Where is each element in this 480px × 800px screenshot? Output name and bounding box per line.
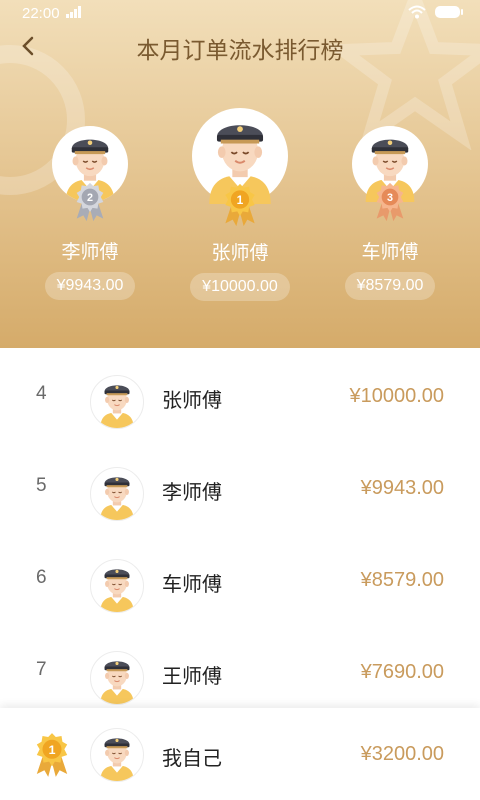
wifi-icon [408, 5, 426, 19]
page-title: 本月订单流水排行榜 [136, 38, 344, 64]
podium-first-place[interactable]: 1 张师傅 ¥10000.00 [170, 108, 310, 301]
signal-icon [66, 6, 81, 18]
driver-amount: ¥8579.00 [360, 569, 444, 591]
podium-driver-name: 张师傅 [211, 242, 269, 264]
list-item[interactable]: 7 王师傅 ¥7690.00 [0, 624, 480, 716]
driver-avatar-icon [91, 652, 143, 704]
driver-name: 车师傅 [162, 572, 222, 596]
medal-rank-number: 3 [387, 192, 393, 204]
avatar [90, 651, 144, 705]
podium-amount: ¥8579.00 [344, 272, 436, 300]
avatar [90, 559, 144, 613]
avatar: 3 [352, 126, 428, 202]
avatar: 2 [52, 126, 128, 202]
rank-number: 5 [36, 475, 47, 496]
podium-amount: ¥9943.00 [44, 272, 136, 300]
battery-icon [435, 6, 463, 18]
podium-third-place[interactable]: 3 车师傅 ¥8579.00 [330, 126, 450, 300]
bronze-medal-icon: 3 [373, 182, 407, 222]
list-item[interactable]: 4 张师傅 ¥10000.00 [0, 348, 480, 440]
silver-medal-icon: 2 [73, 182, 107, 222]
driver-name: 张师傅 [162, 388, 222, 412]
rank-number: 6 [36, 567, 47, 588]
rank-number: 4 [36, 383, 47, 404]
medal-rank-number: 2 [87, 192, 93, 204]
podium-driver-name: 李师傅 [61, 241, 119, 263]
driver-avatar-icon [91, 376, 143, 428]
driver-amount: ¥9943.00 [360, 477, 444, 499]
rank-number: 7 [36, 659, 47, 680]
medal-rank-number: 1 [49, 743, 56, 757]
avatar [90, 375, 144, 429]
podium-driver-name: 车师傅 [361, 241, 419, 263]
navigation-bar: 本月订单流水排行榜 [0, 26, 480, 66]
my-amount: ¥3200.00 [360, 743, 444, 765]
status-time: 22:00 [22, 5, 60, 22]
list-item[interactable]: 5 李师傅 ¥9943.00 [0, 440, 480, 532]
driver-avatar-icon [91, 560, 143, 612]
driver-name: 李师傅 [162, 480, 222, 504]
list-item[interactable]: 6 车师傅 ¥8579.00 [0, 532, 480, 624]
my-ranking-row[interactable]: 1 我自己 ¥3200.00 [0, 708, 480, 800]
avatar: 1 [192, 108, 288, 204]
gold-medal-icon: 1 [221, 183, 259, 227]
avatar [90, 728, 144, 782]
driver-amount: ¥7690.00 [360, 661, 444, 683]
my-name: 我自己 [162, 746, 222, 770]
status-bar: 22:00 [0, 0, 480, 26]
gold-medal-icon: 1 [33, 732, 71, 778]
medal-rank-number: 1 [237, 193, 244, 207]
avatar [90, 467, 144, 521]
driver-amount: ¥10000.00 [349, 385, 444, 407]
podium-second-place[interactable]: 2 李师傅 ¥9943.00 [30, 126, 150, 300]
driver-avatar-icon [91, 468, 143, 520]
driver-avatar-icon [91, 729, 143, 781]
ranking-header-banner: 22:00 本月订单流水排行榜 2 李师傅 ¥9943.00 1 张师傅 ¥10… [0, 0, 480, 348]
podium-amount: ¥10000.00 [190, 273, 290, 301]
driver-name: 王师傅 [162, 664, 222, 688]
